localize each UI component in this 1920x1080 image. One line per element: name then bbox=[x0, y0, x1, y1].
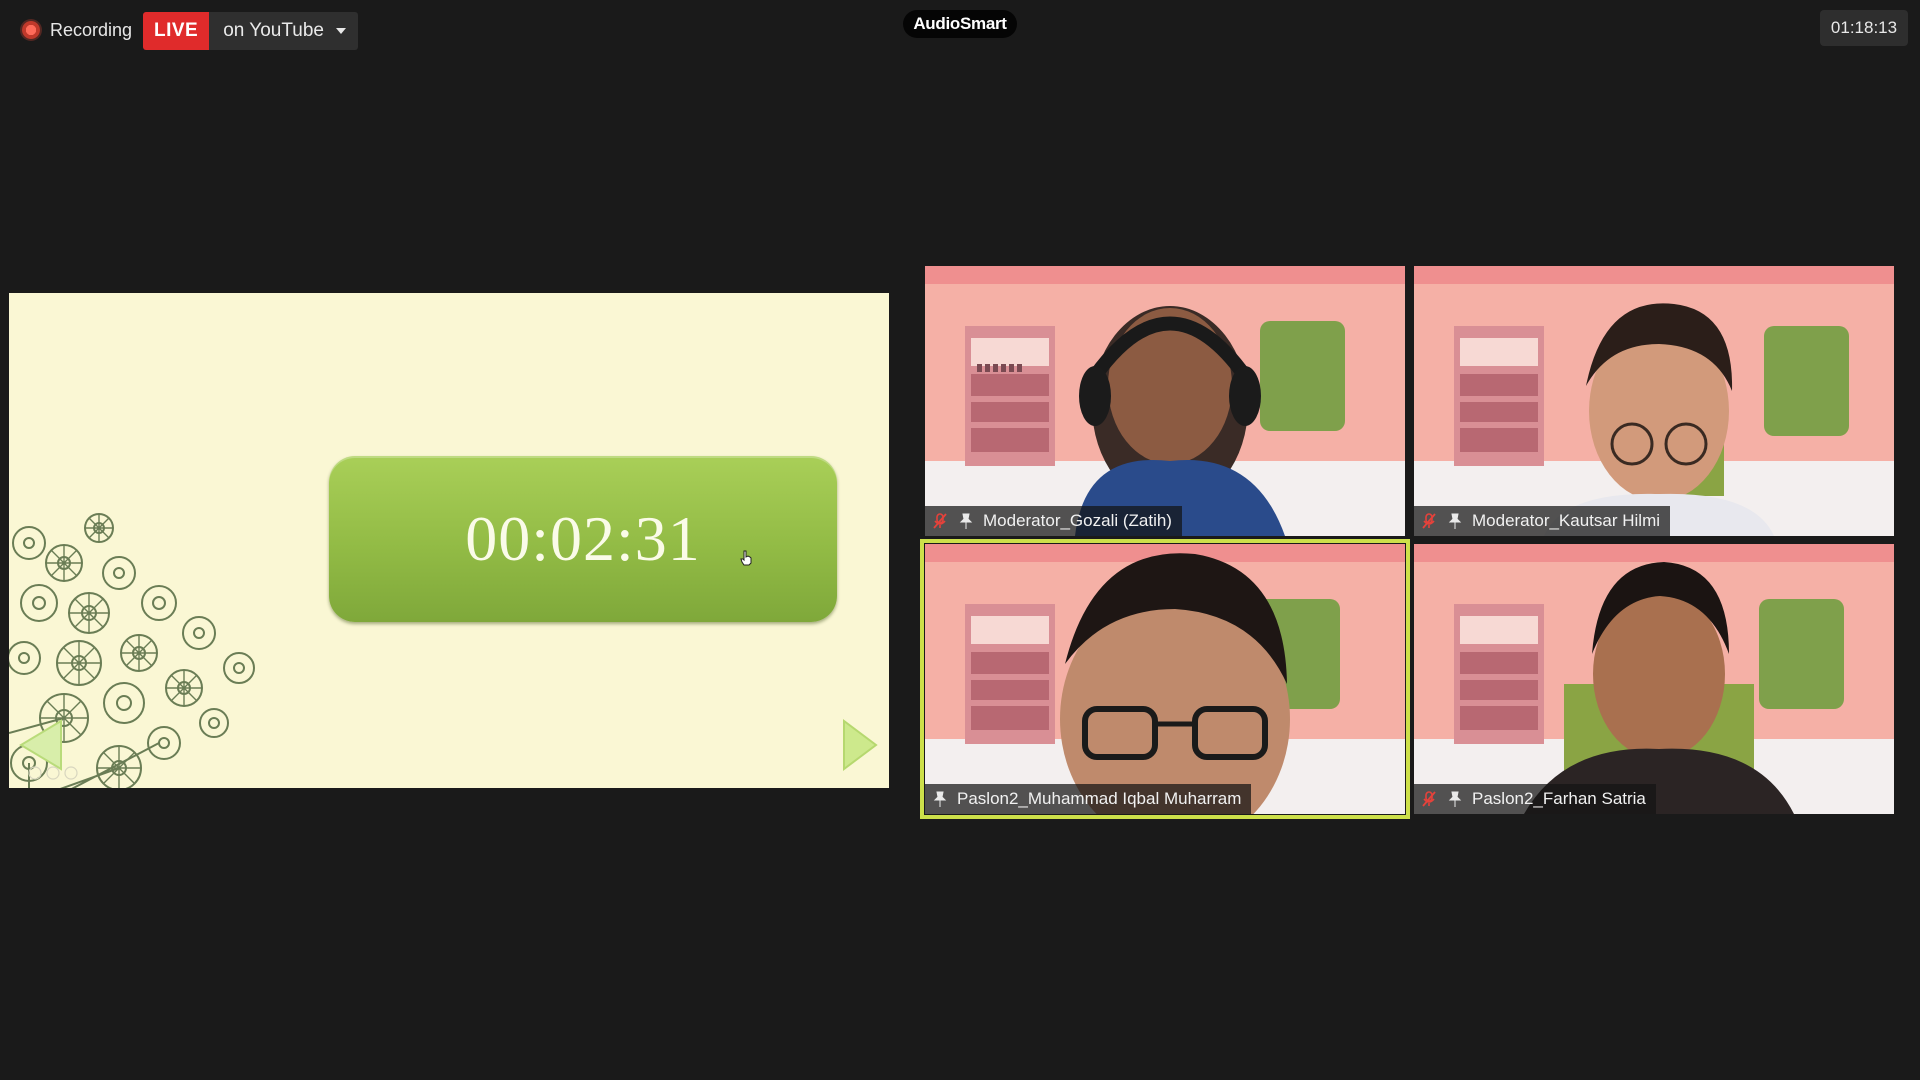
elapsed-time: 01:18:13 bbox=[1820, 10, 1908, 46]
slide-toolbar[interactable] bbox=[27, 765, 87, 781]
participant-name-bar: Moderator_Kautsar Hilmi bbox=[1414, 506, 1671, 536]
pin-icon bbox=[1448, 791, 1462, 807]
participant-name-bar: Moderator_Gozali (Zatih) bbox=[925, 506, 1182, 536]
triangle-left-icon[interactable] bbox=[17, 719, 63, 771]
video-tile-active-speaker[interactable]: Paslon2_Muhammad Iqbal Muharram bbox=[920, 539, 1410, 819]
participant-name: Moderator_Kautsar Hilmi bbox=[1472, 511, 1661, 530]
shared-screen-slide[interactable]: 00:02:31 bbox=[9, 293, 889, 788]
participant-name: Paslon2_Farhan Satria bbox=[1472, 789, 1646, 808]
participant-name: Paslon2_Muhammad Iqbal Muharram bbox=[957, 789, 1242, 808]
meeting-window: Recording LIVE on YouTube AudioSmart 01:… bbox=[0, 0, 1920, 1080]
pin-icon bbox=[1448, 513, 1462, 529]
mic-muted-icon bbox=[933, 513, 947, 529]
pin-icon bbox=[933, 791, 947, 807]
participant-name: Moderator_Gozali (Zatih) bbox=[983, 511, 1172, 530]
live-destination-label: on YouTube bbox=[223, 20, 324, 41]
participant-name-bar: Paslon2_Muhammad Iqbal Muharram bbox=[925, 784, 1252, 814]
pin-icon bbox=[959, 513, 973, 529]
video-feed bbox=[925, 544, 1405, 814]
mic-muted-icon bbox=[1422, 791, 1436, 807]
timer-button[interactable]: 00:02:31 bbox=[329, 456, 837, 622]
video-feed bbox=[925, 266, 1405, 536]
hand-cursor-icon bbox=[740, 550, 752, 566]
video-feed bbox=[1414, 544, 1894, 814]
brand-logo: AudioSmart bbox=[903, 10, 1017, 38]
live-badge: LIVE bbox=[143, 12, 210, 50]
recording-label: Recording bbox=[50, 19, 133, 40]
recording-indicator[interactable]: Recording bbox=[14, 14, 140, 46]
live-stream-control[interactable]: LIVE on YouTube bbox=[143, 12, 358, 50]
video-tile[interactable]: Moderator_Kautsar Hilmi bbox=[1414, 266, 1894, 536]
participant-name-bar: Paslon2_Farhan Satria bbox=[1414, 784, 1656, 814]
recording-dot-icon bbox=[22, 21, 40, 39]
video-tile[interactable]: Moderator_Gozali (Zatih) bbox=[925, 266, 1405, 536]
triangle-right-icon[interactable] bbox=[841, 719, 879, 771]
countdown-timer: 00:02:31 bbox=[465, 503, 701, 574]
video-feed bbox=[1414, 266, 1894, 536]
mic-muted-icon bbox=[1422, 513, 1436, 529]
caret-down-icon bbox=[335, 28, 346, 34]
live-destination-dropdown[interactable]: on YouTube bbox=[209, 12, 358, 50]
video-tile[interactable]: Paslon2_Farhan Satria bbox=[1414, 544, 1894, 814]
